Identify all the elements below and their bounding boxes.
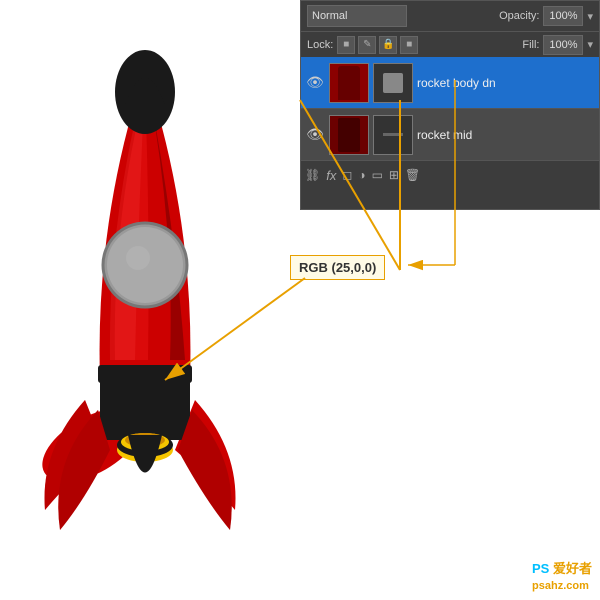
lock-label: Lock: — [307, 39, 333, 51]
watermark-ps: PS — [532, 561, 549, 576]
watermark-url: psahz.com — [532, 580, 589, 592]
opacity-arrow[interactable]: ▾ — [587, 10, 593, 23]
fx-icon[interactable]: fx — [326, 168, 336, 183]
adjustment-icon[interactable]: ◑ — [358, 168, 365, 182]
layer-name-2: rocket mid — [417, 128, 595, 142]
lock-artboard-btn[interactable]: 🔒 — [379, 36, 397, 54]
fill-arrow[interactable]: ▾ — [587, 38, 593, 51]
eye-visibility-1[interactable]: 👁 — [305, 73, 325, 93]
delete-layer-icon[interactable]: 🗑 — [405, 168, 420, 182]
rocket-illustration — [30, 20, 260, 575]
panel-bottom-bar: ⛓ fx ◻ ◑ ▭ ⊞ 🗑 — [301, 161, 599, 189]
opacity-row: Opacity: ▾ — [499, 6, 593, 26]
opacity-input[interactable] — [543, 6, 583, 26]
layer-rocket-body-dn[interactable]: 👁 rocket body dn — [301, 57, 599, 109]
fill-label: Fill: — [522, 39, 539, 51]
lock-row: Lock: ■ ✎ 🔒 ■ Fill: ▾ — [301, 31, 599, 57]
layer-mask-1 — [373, 63, 413, 103]
link-chain-icon[interactable]: ⛓ — [305, 168, 320, 182]
new-layer-icon[interactable]: ⊞ — [389, 168, 399, 182]
mask-icon[interactable]: ◻ — [342, 168, 352, 182]
layer-thumb-1 — [329, 63, 369, 103]
fill-row: Fill: ▾ — [522, 35, 593, 55]
layer-rocket-mid[interactable]: 👁 rocket mid — [301, 109, 599, 161]
rgb-annotation-label: RGB (25,0,0) — [290, 255, 385, 280]
lock-icons: ■ ✎ 🔒 ■ — [337, 36, 418, 54]
layer-name-1: rocket body dn — [417, 76, 595, 90]
fill-input[interactable] — [543, 35, 583, 55]
panel-top-row: Normal Opacity: ▾ — [301, 1, 599, 31]
layers-panel: Normal Opacity: ▾ Lock: ■ ✎ 🔒 ■ Fill: ▾ … — [300, 0, 600, 210]
folder-icon[interactable]: ▭ — [372, 168, 383, 182]
layer-thumb-2 — [329, 115, 369, 155]
watermark: PS 爱好者 psahz.com — [532, 558, 592, 592]
lock-position-btn[interactable]: ✎ — [358, 36, 376, 54]
opacity-label: Opacity: — [499, 10, 539, 22]
blend-mode-select[interactable]: Normal — [307, 5, 407, 27]
lock-all-btn[interactable]: ■ — [400, 36, 418, 54]
eye-visibility-2[interactable]: 👁 — [305, 125, 325, 145]
layer-mask-2 — [373, 115, 413, 155]
watermark-text: 爱好者 — [553, 561, 592, 576]
lock-pixels-btn[interactable]: ■ — [337, 36, 355, 54]
rgb-value: RGB (25,0,0) — [299, 260, 376, 275]
